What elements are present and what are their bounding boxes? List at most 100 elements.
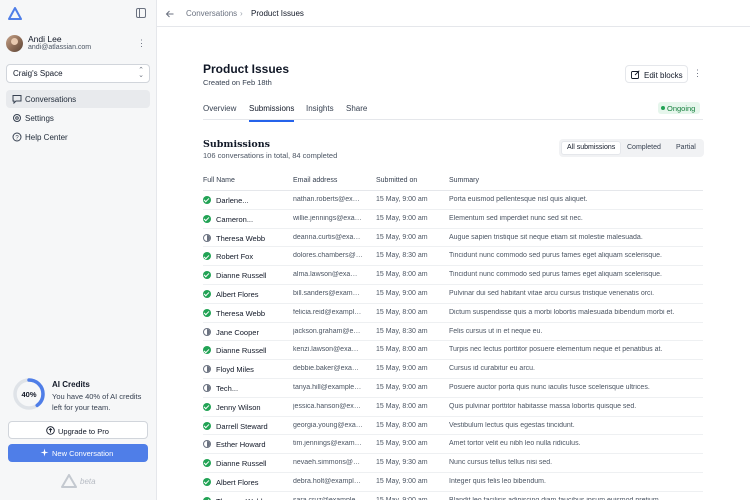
help-icon: ? — [12, 132, 22, 142]
table-header: Full Name Email address Submitted on Sum… — [203, 172, 703, 191]
row-email: jessica.hanson@example.com — [293, 402, 363, 410]
row-full-name: Tech... — [216, 383, 239, 393]
row-email: felicia.reid@example.com — [293, 308, 363, 316]
status-label: Ongoing — [667, 104, 696, 113]
row-submitted-on: 15 May, 9:00 am — [376, 233, 428, 241]
table-row[interactable]: Esther Howard tim.jennings@example.com 15 … — [203, 435, 703, 455]
check-circle-icon — [203, 402, 211, 411]
chevron-updown-icon: ⌃ ⌄ — [138, 67, 144, 79]
tab-overview[interactable]: Overview — [203, 104, 236, 120]
row-summary: Elementum sed imperdiet nunc sed sit nec… — [449, 214, 583, 222]
row-summary: Amet tortor velit eu nibh leo nulla ridi… — [449, 440, 581, 448]
submissions-table-body: Darlene... nathan.roberts@example.com 15 M… — [203, 191, 703, 500]
credits-title: AI Credits — [52, 380, 90, 389]
row-summary: Nunc cursus tellus tellus nisi sed. — [449, 459, 553, 467]
row-summary: Porta euismod pellentesque nisl quis ali… — [449, 196, 588, 203]
check-circle-icon — [203, 271, 211, 280]
row-submitted-on: 15 May, 8:30 am — [376, 252, 428, 260]
sidebar-item-help-center[interactable]: ? Help Center — [6, 128, 150, 146]
breadcrumb-current: Product Issues — [251, 9, 304, 18]
submissions-filter: All submissions Completed Partial — [559, 139, 704, 157]
row-summary: Integer quis felis leo bibendum. — [449, 477, 546, 485]
row-email: jackson.graham@example.com — [293, 327, 363, 335]
row-submitted-on: 15 May, 9:00 am — [376, 477, 428, 485]
half-circle-icon — [203, 383, 211, 392]
row-summary: Posuere auctor porta quis nunc iaculis f… — [449, 383, 650, 391]
tab-share[interactable]: Share — [346, 104, 367, 120]
chat-icon — [12, 95, 22, 104]
filter-completed[interactable]: Completed — [622, 141, 666, 155]
row-submitted-on: 15 May, 9:00 am — [376, 365, 428, 373]
app-logo-icon[interactable] — [8, 7, 22, 20]
table-row[interactable]: Cameron... willie.jennings@example.com 15 … — [203, 210, 703, 229]
row-summary: Dictum suspendisse quis a morbi lobortis… — [449, 308, 675, 316]
avatar — [6, 35, 23, 52]
half-circle-icon — [203, 327, 211, 336]
row-summary: Turpis nec lectus porttitor posuere elem… — [449, 346, 663, 354]
collapse-sidebar-icon[interactable] — [136, 8, 146, 18]
row-email: dolores.chambers@example.com — [293, 252, 363, 260]
row-submitted-on: 15 May, 8:30 am — [376, 327, 428, 335]
filter-partial[interactable]: Partial — [671, 141, 701, 155]
arrow-left-icon[interactable] — [165, 9, 175, 19]
upgrade-button[interactable]: Upgrade to Pro — [8, 421, 148, 439]
table-row[interactable]: Dianne Russell alma.lawson@example.com 15 … — [203, 266, 703, 285]
column-header-submitted-on[interactable]: Submitted on — [376, 177, 417, 184]
table-row[interactable]: Jane Cooper jackson.graham@example.com 15 … — [203, 323, 703, 342]
tab-insights[interactable]: Insights — [306, 104, 334, 120]
upgrade-button-label: Upgrade to Pro — [58, 427, 109, 436]
breadcrumb-separator: › — [240, 9, 243, 18]
more-vertical-icon[interactable]: ⋮ — [137, 38, 146, 49]
credits-description: You have 40% of AI credits left for your… — [52, 392, 142, 412]
table-row[interactable]: Dianne Russell nevaeh.simmons@example.com… — [203, 454, 703, 473]
sidebar-item-label: Settings — [25, 114, 54, 123]
table-row[interactable]: Dianne Russell kenzi.lawson@example.com 15… — [203, 341, 703, 361]
table-row[interactable]: Jenny Wilson jessica.hanson@example.com 15… — [203, 398, 703, 417]
more-vertical-icon[interactable]: ⋮ — [693, 68, 702, 79]
sidebar-item-settings[interactable]: Settings — [6, 109, 150, 127]
row-submitted-on: 15 May, 8:00 am — [376, 271, 428, 279]
gear-icon — [13, 114, 21, 122]
table-row[interactable]: Darlene... nathan.roberts@example.com 15 M… — [203, 191, 703, 210]
space-selector[interactable]: Craig's Space ⌃ ⌄ — [6, 64, 150, 83]
table-row[interactable]: Robert Fox dolores.chambers@example.com 15… — [203, 247, 703, 267]
row-submitted-on: 15 May, 9:00 am — [376, 214, 428, 222]
breadcrumb-conversations[interactable]: Conversations — [186, 9, 237, 18]
filter-all-submissions[interactable]: All submissions — [561, 141, 622, 155]
sidebar-item-conversations[interactable]: Conversations — [6, 90, 150, 108]
table-row[interactable]: Theresa Webb deanna.curtis@example.com 15 … — [203, 229, 703, 248]
column-header-email[interactable]: Email address — [293, 177, 337, 184]
row-summary: Cursus id curabitur eu arcu. — [449, 365, 535, 373]
check-circle-icon — [203, 346, 211, 355]
table-row[interactable]: Albert Flores bill.sanders@example.com 15 … — [203, 285, 703, 304]
table-row[interactable]: Theresa Webbsara.cruz@example.com15 May,… — [203, 492, 703, 500]
row-full-name: Jenny Wilson — [216, 402, 261, 412]
row-submitted-on: 15 May, 8:00 am — [376, 421, 428, 429]
sparkle-icon — [40, 448, 49, 457]
table-row[interactable]: Albert Flores debra.holt@example.com 15 Ma… — [203, 473, 703, 492]
new-conversation-button[interactable]: New Conversation — [8, 444, 148, 462]
column-header-full-name[interactable]: Full Name — [203, 177, 235, 184]
row-full-name: Darlene... — [216, 196, 249, 205]
table-row[interactable]: Theresa Webb felicia.reid@example.com 15 M… — [203, 304, 703, 323]
tab-submissions[interactable]: Submissions — [249, 104, 295, 122]
table-row[interactable]: Darrell Steward georgia.young@example.com… — [203, 417, 703, 436]
row-submitted-on: 15 May, 8:00 am — [376, 402, 428, 410]
page-title: Product Issues — [203, 62, 290, 76]
check-circle-icon — [203, 459, 211, 468]
table-row[interactable]: Floyd Miles debbie.baker@example.com 15 Ma… — [203, 360, 703, 379]
column-header-summary[interactable]: Summary — [449, 177, 479, 184]
row-submitted-on: 15 May, 9:00 am — [376, 383, 428, 391]
table-row[interactable]: Tech... tanya.hill@example.com 15 May, 9:0… — [203, 379, 703, 398]
user-profile[interactable]: Andi Lee andi@atlassian.com ⋮ — [6, 33, 150, 55]
tab-bar: Overview Submissions Insights Share — [203, 97, 703, 122]
half-circle-icon — [203, 365, 211, 374]
row-submitted-on: 15 May, 8:00 am — [376, 308, 428, 316]
row-full-name: Dianne Russell — [216, 459, 267, 469]
arrow-up-circle-icon — [46, 426, 55, 435]
row-full-name: Cameron... — [216, 214, 254, 224]
edit-blocks-button[interactable]: Edit blocks — [625, 65, 688, 83]
row-summary: Felis cursus ut in et neque eu. — [449, 327, 543, 335]
status-badge: Ongoing — [658, 102, 700, 114]
row-email: debra.holt@example.com — [293, 477, 363, 485]
